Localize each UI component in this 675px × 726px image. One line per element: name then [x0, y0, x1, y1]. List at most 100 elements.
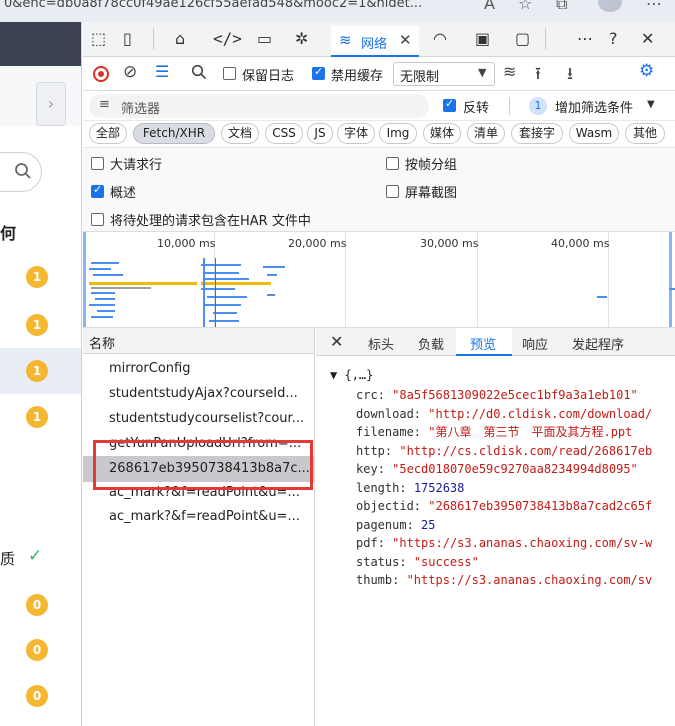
request-row[interactable]: studentstudycourselist?cour...	[109, 408, 309, 430]
task-badge[interactable]: 0	[26, 594, 48, 616]
filter-toggle-icon[interactable]: ☰	[155, 62, 169, 81]
profile-avatar[interactable]	[598, 0, 622, 12]
json-field-row[interactable]: status: "success"	[356, 553, 479, 571]
type-filter-js[interactable]: JS	[307, 123, 333, 144]
network-overview-timeline[interactable]: 10,000 ms 20,000 ms 30,000 ms 40,000 ms	[83, 232, 675, 328]
highlight-annotation-box	[93, 440, 313, 490]
task-badge[interactable]: 0	[26, 685, 48, 707]
request-row[interactable]: mirrorConfig	[109, 358, 309, 380]
type-filter-socket[interactable]: 套接字	[511, 123, 563, 144]
close-detail-icon[interactable]: ✕	[330, 332, 343, 351]
type-filter-doc[interactable]: 文档	[221, 123, 259, 144]
export-har-icon[interactable]: ⭳	[567, 61, 573, 90]
type-filter-wasm[interactable]: Wasm	[569, 123, 619, 144]
memory-chip-icon[interactable]: ▣	[475, 29, 490, 48]
disable-cache-checkbox[interactable]	[312, 65, 325, 80]
tab-preview[interactable]: 预览	[470, 334, 496, 353]
json-field-row[interactable]: pagenum: 25	[356, 516, 435, 534]
task-badge[interactable]: 1	[26, 314, 48, 336]
collapse-sidebar-button[interactable]: ›	[36, 82, 66, 126]
json-value: "http://d0.cldisk.com/download/	[428, 406, 653, 421]
json-separator: :	[406, 517, 422, 532]
task-badge[interactable]: 0	[26, 639, 48, 661]
tab-network-label: 网络	[361, 37, 388, 52]
favorite-star-icon[interactable]: ☆	[518, 0, 532, 13]
application-icon[interactable]: ▢	[515, 29, 530, 48]
more-tools-icon[interactable]: ⋯	[577, 29, 593, 48]
welcome-home-icon[interactable]: ⌂	[175, 29, 185, 48]
tab-headers[interactable]: 标头	[368, 334, 394, 353]
json-field-row[interactable]: filename: "第八章 第三节 平面及其方程.ppt	[356, 423, 632, 441]
type-filter-img[interactable]: Img	[379, 123, 417, 144]
overview-checkbox[interactable]	[91, 183, 104, 198]
json-field-row[interactable]: objectid: "268617eb3950738413b8a7cad2c65…	[356, 497, 652, 515]
type-filter-other[interactable]: 其他	[625, 123, 665, 144]
more-menu-icon[interactable]: ⋯	[646, 0, 662, 13]
filter-input[interactable]: ≡ 筛选器	[89, 94, 429, 118]
tab-network[interactable]: ≋ 网络 ✕	[331, 26, 419, 57]
collections-icon[interactable]: ⧉	[556, 0, 567, 14]
inspect-element-icon[interactable]: ⬚	[91, 29, 106, 48]
json-field-row[interactable]: crc: "8a5f5681309022e5cec1bf9a3a1eb101"	[356, 386, 638, 404]
device-toolbar-icon[interactable]: ▯	[123, 29, 132, 48]
json-root-label: {,…}	[344, 368, 374, 382]
preserve-log-checkbox[interactable]	[223, 67, 236, 80]
more-filters-button[interactable]: 增加筛选条件	[555, 97, 633, 116]
name-column-header[interactable]: 名称	[83, 328, 314, 354]
json-field-row[interactable]: pdf: "https://s3.ananas.chaoxing.com/sv-…	[356, 534, 652, 552]
console-icon[interactable]: ▭	[257, 29, 272, 48]
close-devtools-icon[interactable]: ✕	[641, 29, 654, 48]
network-toolbar: ⊘ ☰ 保留日志 禁用缓存 无限制 ▼ ≋ ⭱ ⭳ ⚙	[83, 57, 675, 91]
json-separator: :	[392, 573, 407, 587]
big-rows-checkbox[interactable]	[91, 157, 104, 170]
performance-gauge-icon[interactable]: ◠	[433, 29, 447, 48]
help-icon[interactable]: ?	[609, 29, 618, 48]
task-badge[interactable]: 1	[26, 266, 48, 288]
json-field-row[interactable]: key: "5ecd018070e59c9270aa8234994d8095"	[356, 460, 638, 478]
read-aloud-icon[interactable]: A	[484, 0, 495, 13]
chevron-down-icon[interactable]: ▼	[647, 99, 655, 110]
type-filter-css[interactable]: CSS	[265, 123, 303, 144]
json-root-row[interactable]: ▼ {,…}	[330, 366, 373, 384]
record-button[interactable]	[93, 66, 109, 82]
group-by-frame-checkbox[interactable]	[386, 157, 399, 170]
json-field-row[interactable]: http: "http://cs.cldisk.com/read/268617e…	[356, 442, 652, 460]
invert-checkbox[interactable]	[443, 97, 456, 112]
elements-icon[interactable]: </>	[213, 29, 242, 48]
overview-waterfall-bars	[89, 258, 675, 327]
type-filter-all[interactable]: 全部	[89, 123, 127, 144]
clear-icon[interactable]: ⊘	[123, 62, 137, 82]
task-badge[interactable]: 1	[26, 406, 48, 428]
search-icon[interactable]	[191, 64, 207, 84]
json-value: "https://s3.ananas.chaoxing.com/sv-w	[392, 536, 653, 550]
settings-gear-icon[interactable]: ⚙	[639, 61, 654, 81]
json-field-row[interactable]: thumb: "https://s3.ananas.chaoxing.com/s…	[356, 571, 652, 589]
request-row[interactable]: studentstudyAjax?courseId...	[109, 383, 309, 405]
chevron-down-icon: ▼	[478, 66, 487, 79]
throttling-select[interactable]: 无限制 ▼	[393, 62, 495, 86]
type-filter-font[interactable]: 字体	[337, 123, 375, 144]
tab-initiator[interactable]: 发起程序	[572, 334, 624, 353]
json-key: status	[356, 554, 400, 569]
search-icon[interactable]	[14, 162, 32, 184]
expand-triangle-icon[interactable]: ▼	[330, 368, 337, 382]
json-field-row[interactable]: download: "http://d0.cldisk.com/download…	[356, 405, 652, 423]
tab-response[interactable]: 响应	[522, 334, 548, 353]
url-text[interactable]: 0&enc=db0a8f78cc0f49ae126cf55aefad548&mo…	[4, 0, 422, 11]
json-key: filename	[356, 425, 414, 439]
har-include-checkbox[interactable]	[91, 213, 104, 226]
overview-label: 概述	[110, 186, 137, 201]
screenshots-checkbox[interactable]	[386, 185, 399, 198]
network-conditions-icon[interactable]: ≋	[503, 62, 516, 81]
tab-payload[interactable]: 负载	[418, 334, 444, 353]
sources-bug-icon[interactable]: ✲	[295, 29, 308, 48]
type-filter-manifest[interactable]: 清单	[467, 123, 505, 144]
json-key: key	[356, 462, 378, 476]
import-har-icon[interactable]: ⭱	[535, 61, 541, 90]
task-badge[interactable]: 1	[26, 360, 48, 382]
close-icon[interactable]: ✕	[399, 31, 412, 49]
request-row[interactable]: ac_mark?&f=readPoint&u=...	[109, 506, 309, 528]
type-filter-fetch-xhr[interactable]: Fetch/XHR	[133, 123, 215, 144]
json-field-row[interactable]: length: 1752638	[356, 479, 464, 497]
type-filter-media[interactable]: 媒体	[423, 123, 461, 144]
